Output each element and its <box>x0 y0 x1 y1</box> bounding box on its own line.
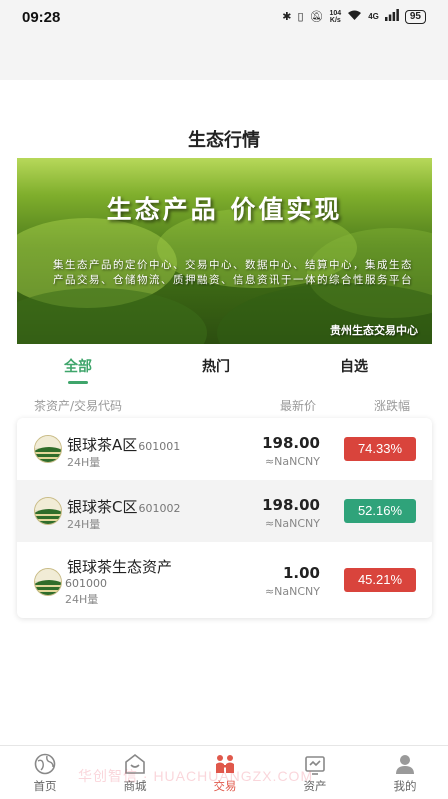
asset-name-text: 银球茶C区 <box>67 498 138 516</box>
tab-hot[interactable]: 热门 <box>176 356 256 376</box>
latest-price: 198.00 <box>262 434 320 452</box>
latest-price: 198.00 <box>262 496 320 514</box>
bluetooth-icon: ✱ <box>282 11 292 23</box>
asset-name: 银球茶A区601001 <box>67 434 180 455</box>
volume-label: 24H量 <box>67 456 101 469</box>
banner-subtitle: 集生态产品的定价中心、交易中心、数据中心、结算中心，集成生态产品交易、仓储物流、… <box>53 259 413 286</box>
status-bar: 09:28 ✱ ▯ 🔕︎ 104 K/s 4G 95 <box>0 0 448 34</box>
tea-logo-icon <box>34 497 62 525</box>
tab-watchlist[interactable]: 自选 <box>314 356 394 376</box>
status-icons: ✱ ▯ 🔕︎ 104 K/s 4G 95 <box>282 9 426 24</box>
tab-active-indicator <box>68 381 88 384</box>
signal-label: 4G <box>368 12 379 21</box>
asset-code: 601001 <box>138 440 181 453</box>
nav-label: 我的 <box>393 779 417 793</box>
market-row[interactable]: 银球茶C区601002 24H量 198.00 ≈NaNCNY 52.16% <box>17 480 432 542</box>
column-header-change: 涨跌幅 <box>374 399 411 413</box>
globe-icon <box>34 753 56 775</box>
column-header-price: 最新价 <box>280 399 317 413</box>
banner-image[interactable]: 生态产品 价值实现 集生态产品的定价中心、交易中心、数据中心、结算中心，集成生态… <box>17 158 432 344</box>
change-badge: 74.33% <box>344 437 416 461</box>
vibrate-icon: ▯ <box>297 11 304 23</box>
page-title: 生态行情 <box>188 130 260 151</box>
market-tabs: 全部 热门 自选 <box>0 356 448 386</box>
watermark: 华创智信 · HUACHUANGZX.COM <box>78 768 314 784</box>
asset-code: 601000 <box>65 577 107 590</box>
asset-code: 601002 <box>138 502 181 515</box>
banner-headline: 生态产品 价值实现 <box>106 195 343 224</box>
network-speed: 104 K/s <box>330 10 342 24</box>
profile-icon <box>396 755 414 774</box>
battery-icon: 95 <box>404 9 426 24</box>
tea-logo-icon <box>34 568 62 596</box>
signal-icon <box>384 9 399 24</box>
asset-name: 银球茶C区601002 <box>67 496 180 517</box>
status-time: 09:28 <box>22 9 61 26</box>
banner-brand: 贵州生态交易中心 <box>330 324 418 337</box>
mute-icon: 🔕︎ <box>309 11 324 23</box>
nav-profile[interactable]: 我的 <box>370 746 440 799</box>
wifi-icon <box>347 9 362 24</box>
asset-name: 银球茶生态资产 <box>67 558 173 576</box>
network-speed-unit: K/s <box>329 16 341 24</box>
change-badge: 45.21% <box>344 568 416 592</box>
tab-all[interactable]: 全部 <box>38 356 118 376</box>
nav-label: 首页 <box>33 779 57 793</box>
asset-name-text: 银球茶A区 <box>67 436 138 454</box>
market-row[interactable]: 银球茶生态资产 601000 24H量 1.00 ≈NaNCNY 45.21% <box>17 542 432 618</box>
network-speed-value: 104 <box>329 9 342 17</box>
price-cny: ≈NaNCNY <box>264 455 320 468</box>
latest-price: 1.00 <box>282 564 320 582</box>
change-badge: 52.16% <box>344 499 416 523</box>
banner-tea-bush <box>17 288 207 344</box>
tea-logo-icon <box>34 435 62 463</box>
volume-label: 24H量 <box>65 593 99 606</box>
price-cny: ≈NaNCNY <box>264 517 320 530</box>
market-list: 银球茶A区601001 24H量 198.00 ≈NaNCNY 74.33% 银… <box>17 418 432 618</box>
nav-home[interactable]: 首页 <box>10 746 80 799</box>
market-row[interactable]: 银球茶A区601001 24H量 198.00 ≈NaNCNY 74.33% <box>17 418 432 480</box>
price-cny: ≈NaNCNY <box>264 585 320 598</box>
column-header-asset: 茶资产/交易代码 <box>34 399 123 413</box>
header-band <box>0 34 448 80</box>
volume-label: 24H量 <box>67 518 101 531</box>
